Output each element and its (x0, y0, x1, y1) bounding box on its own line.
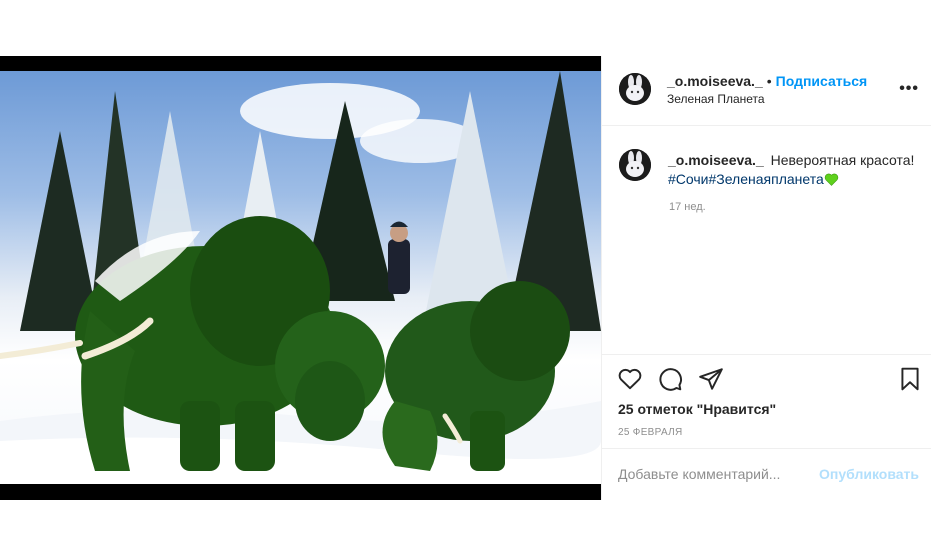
follow-button[interactable]: Подписаться (776, 73, 868, 89)
comment-icon[interactable] (657, 366, 683, 392)
separator-dot: • (766, 73, 772, 89)
header-text: _o.moiseeva._ • Подписаться Зеленая Планет… (667, 73, 867, 106)
post-date[interactable]: 25 ФЕВРАЛЯ (618, 427, 683, 438)
comment-form: Опубликовать (602, 448, 931, 500)
carousel-dot[interactable] (317, 468, 324, 474)
post-time[interactable]: 17 нед. (669, 201, 706, 213)
action-bar (602, 354, 931, 402)
bunny-avatar-icon (619, 73, 651, 105)
likes-count[interactable]: 25 отметок "Нравится" (618, 401, 776, 417)
snowy-forest-elephants-photo (0, 71, 601, 484)
caption-text: Невероятная красота! (770, 152, 915, 168)
more-options-icon[interactable]: ••• (899, 80, 919, 98)
carousel-dot-active[interactable] (277, 468, 284, 474)
green-heart-icon (824, 173, 838, 186)
heart-icon[interactable] (617, 366, 643, 392)
carousel-dot[interactable] (297, 468, 304, 474)
caption-username-link[interactable]: _o.moiseeva._ (668, 152, 764, 168)
username-link[interactable]: _o.moiseeva._ (667, 73, 763, 89)
carousel-dot[interactable] (307, 468, 314, 474)
bunny-avatar-icon (619, 149, 651, 181)
comment-input[interactable] (618, 466, 818, 482)
hashtag-links[interactable]: #Сочи#Зеленаяпланета (668, 171, 824, 187)
instagram-post: _o.moiseeva._ • Подписаться Зеленая Планет… (0, 56, 931, 500)
avatar[interactable] (619, 73, 651, 105)
publish-button[interactable]: Опубликовать (819, 466, 919, 482)
post-header: _o.moiseeva._ • Подписаться Зеленая Планет… (602, 56, 931, 126)
comments-section: _o.moiseeva._ Невероятная красота! #Сочи… (602, 126, 931, 354)
post-caption: _o.moiseeva._ Невероятная красота! #Сочи… (668, 151, 918, 189)
share-icon[interactable] (698, 366, 724, 392)
caption-avatar[interactable] (619, 149, 651, 181)
bookmark-icon[interactable] (897, 366, 923, 392)
location-link[interactable]: Зеленая Планета (667, 92, 867, 106)
post-media[interactable] (0, 56, 601, 500)
carousel-dot[interactable] (287, 468, 294, 474)
post-photo[interactable] (0, 71, 601, 484)
carousel-dots (0, 468, 601, 474)
post-panel: _o.moiseeva._ • Подписаться Зеленая Планет… (601, 56, 931, 500)
